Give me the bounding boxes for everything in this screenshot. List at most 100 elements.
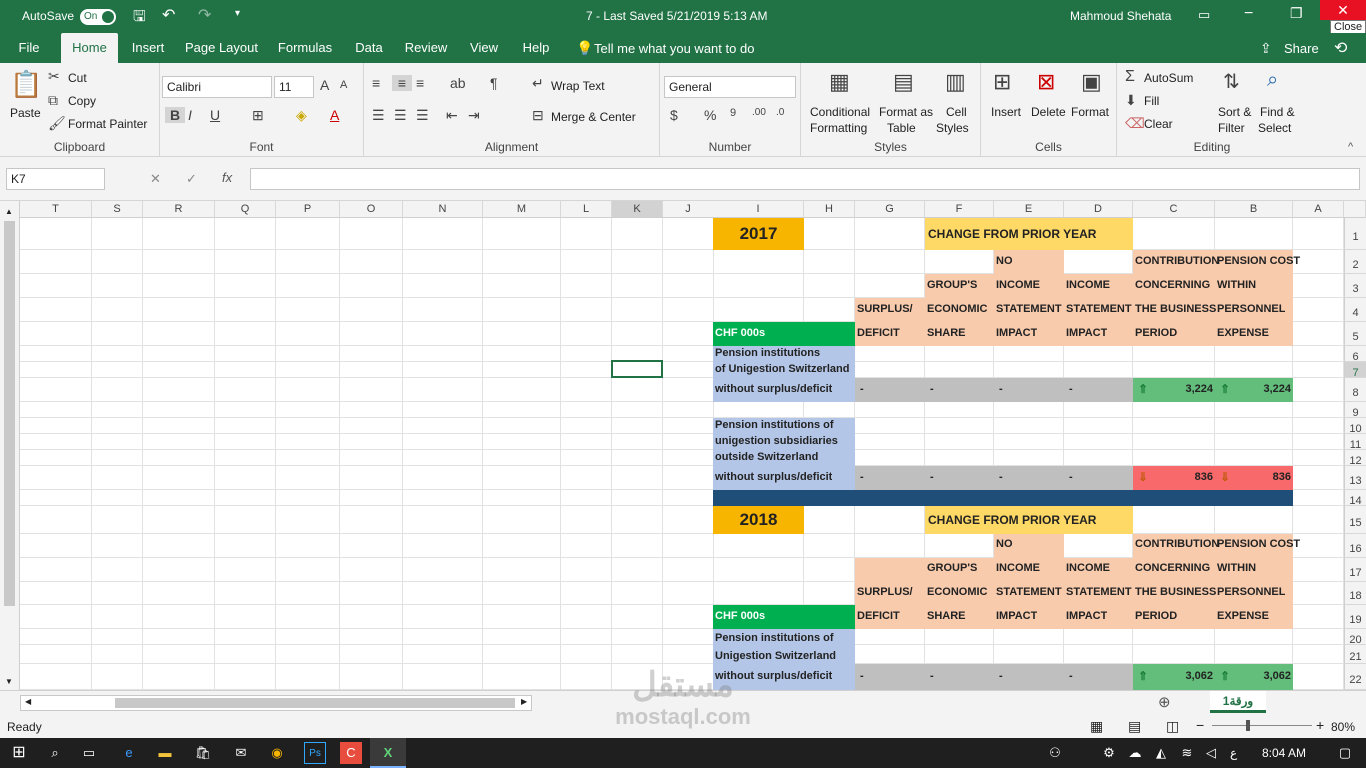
row-header-21[interactable]: 21 <box>1344 645 1366 664</box>
store-icon[interactable]: 🛍 <box>192 742 214 764</box>
column-header-o[interactable]: O <box>340 201 403 218</box>
conditional-formatting-button[interactable]: Conditional <box>810 105 870 119</box>
mail-icon[interactable]: ✉ <box>230 742 252 764</box>
horizontal-scroll-thumb[interactable] <box>115 698 515 708</box>
format-painter-button[interactable]: Format Painter <box>68 117 147 131</box>
align-left-icon[interactable]: ☰ <box>372 107 385 124</box>
vertical-scroll-thumb[interactable] <box>4 221 15 606</box>
insert-cells-icon[interactable]: ⊞ <box>993 69 1011 95</box>
worksheet-grid[interactable]: TSRQPONMLKJIHGFEDCBA 1 2 3 4 5 6 7 8 9 10 11 12 13 14… <box>0 201 1366 690</box>
tab-home[interactable]: Home <box>61 33 118 63</box>
volume-icon[interactable]: ◁ <box>1200 742 1222 764</box>
row-header-16[interactable]: 16 <box>1344 534 1366 558</box>
column-header-t[interactable]: T <box>20 201 92 218</box>
column-header-e[interactable]: E <box>994 201 1064 218</box>
tab-page-layout[interactable]: Page Layout <box>183 33 260 63</box>
font-size-select[interactable]: 11 <box>274 76 314 98</box>
row-header-20[interactable]: 20 <box>1344 629 1366 646</box>
column-header-d[interactable]: D <box>1064 201 1133 218</box>
format-table-icon[interactable]: ▤ <box>893 69 914 95</box>
sheet-tab[interactable]: ورقة1 <box>1210 691 1266 713</box>
cancel-icon[interactable]: ✕ <box>150 171 161 187</box>
column-header-h[interactable]: H <box>804 201 855 218</box>
rtl-icon[interactable]: ¶ <box>490 75 498 91</box>
formula-input[interactable] <box>250 168 1360 190</box>
zoom-in-icon[interactable]: + <box>1316 717 1324 733</box>
new-sheet-icon[interactable]: ⊕ <box>1158 693 1171 711</box>
borders-icon[interactable]: ⊞ <box>252 107 264 124</box>
zoom-slider[interactable] <box>1212 725 1312 726</box>
language-indicator[interactable]: ع <box>1230 746 1237 760</box>
vertical-scrollbar[interactable]: ▲ ▼ <box>0 201 20 690</box>
zoom-out-icon[interactable]: − <box>1196 717 1204 733</box>
sort-filter-button[interactable]: Sort & <box>1218 105 1251 119</box>
align-center-icon[interactable]: ☰ <box>394 107 407 124</box>
column-header-m[interactable]: M <box>483 201 561 218</box>
format-cells-icon[interactable]: ▣ <box>1081 69 1102 95</box>
zoom-slider-thumb[interactable] <box>1246 720 1250 731</box>
clock[interactable]: 8:04 AM <box>1262 746 1306 760</box>
delete-cells-button[interactable]: Delete <box>1031 105 1066 119</box>
customize-qat-icon[interactable]: ▾ <box>235 8 240 19</box>
merge-icon[interactable]: ⊟ <box>532 107 544 124</box>
tab-data[interactable]: Data <box>350 33 388 63</box>
merge-center-button[interactable]: Merge & Center <box>551 110 636 124</box>
format-cells-button[interactable]: Format <box>1071 105 1109 119</box>
tab-formulas[interactable]: Formulas <box>275 33 335 63</box>
row-header-13[interactable]: 13 <box>1344 466 1366 490</box>
notifications-icon[interactable]: ▢ <box>1334 742 1356 764</box>
row-header-4[interactable]: 4 <box>1344 298 1366 322</box>
delete-cells-icon[interactable]: ⊠ <box>1037 69 1055 95</box>
find-select-icon[interactable]: ⌕ <box>1267 69 1278 92</box>
save-icon[interactable]: 🖫 <box>133 6 146 31</box>
fill-icon[interactable]: ⬇ <box>1125 92 1137 109</box>
column-header-g[interactable]: G <box>855 201 925 218</box>
insert-function-icon[interactable]: fx <box>222 170 232 185</box>
align-middle-icon[interactable]: ≡ <box>392 75 412 91</box>
row-header-17[interactable]: 17 <box>1344 558 1366 582</box>
column-header-c[interactable]: C <box>1133 201 1215 218</box>
autosave-toggle[interactable]: On <box>80 9 116 25</box>
column-header-a[interactable]: A <box>1293 201 1344 218</box>
excel-taskbar-item[interactable]: X <box>370 738 406 768</box>
conditional-formatting-icon[interactable]: ▦ <box>829 69 850 95</box>
zoom-level[interactable]: 80% <box>1331 720 1355 734</box>
network-icon[interactable]: ◭ <box>1150 742 1172 764</box>
select-all-corner[interactable] <box>1344 201 1366 218</box>
row-header-18[interactable]: 18 <box>1344 582 1366 605</box>
currency-icon[interactable]: $ <box>670 107 678 123</box>
user-name[interactable]: Mahmoud Shehata <box>1070 9 1171 23</box>
shrink-font-icon[interactable]: A <box>340 79 347 91</box>
column-header-i[interactable]: I <box>713 201 804 218</box>
increase-decimal-icon[interactable]: .00 <box>752 107 766 118</box>
grow-font-icon[interactable]: A <box>320 77 329 93</box>
undo-icon[interactable]: ↶ <box>162 5 175 25</box>
restore-icon[interactable]: ❐ <box>1290 5 1303 22</box>
red-app-icon[interactable]: C <box>340 742 362 764</box>
column-header-q[interactable]: Q <box>215 201 276 218</box>
column-header-b[interactable]: B <box>1215 201 1293 218</box>
decrease-indent-icon[interactable]: ⇤ <box>446 107 458 124</box>
scroll-left-icon[interactable]: ◀ <box>25 697 31 706</box>
cell-styles-icon[interactable]: ▥ <box>945 69 966 95</box>
normal-view-icon[interactable]: ▦ <box>1090 718 1103 735</box>
column-header-s[interactable]: S <box>92 201 143 218</box>
photoshop-icon[interactable]: Ps <box>304 742 326 764</box>
row-header-5[interactable]: 5 <box>1344 322 1366 346</box>
copy-icon[interactable]: ⧉ <box>48 92 58 109</box>
windows-start-icon[interactable]: ⊞ <box>8 742 30 764</box>
ribbon-display-icon[interactable]: ▭ <box>1198 7 1210 23</box>
task-view-icon[interactable]: ▭ <box>78 742 100 764</box>
enter-icon[interactable]: ✓ <box>186 171 197 187</box>
row-header-10[interactable]: 10 <box>1344 418 1366 435</box>
find-select-button[interactable]: Find & <box>1260 105 1295 119</box>
column-header-n[interactable]: N <box>403 201 483 218</box>
selected-cell[interactable] <box>611 360 663 378</box>
copy-button[interactable]: Copy <box>68 94 96 108</box>
column-header-j[interactable]: J <box>663 201 714 218</box>
row-header-3[interactable]: 3 <box>1344 274 1366 298</box>
history-icon[interactable]: ⟲ <box>1334 38 1347 58</box>
font-color-icon[interactable]: A <box>330 107 339 123</box>
redo-icon[interactable]: ↷ <box>198 5 211 25</box>
search-icon[interactable]: ⌕ <box>44 742 66 764</box>
